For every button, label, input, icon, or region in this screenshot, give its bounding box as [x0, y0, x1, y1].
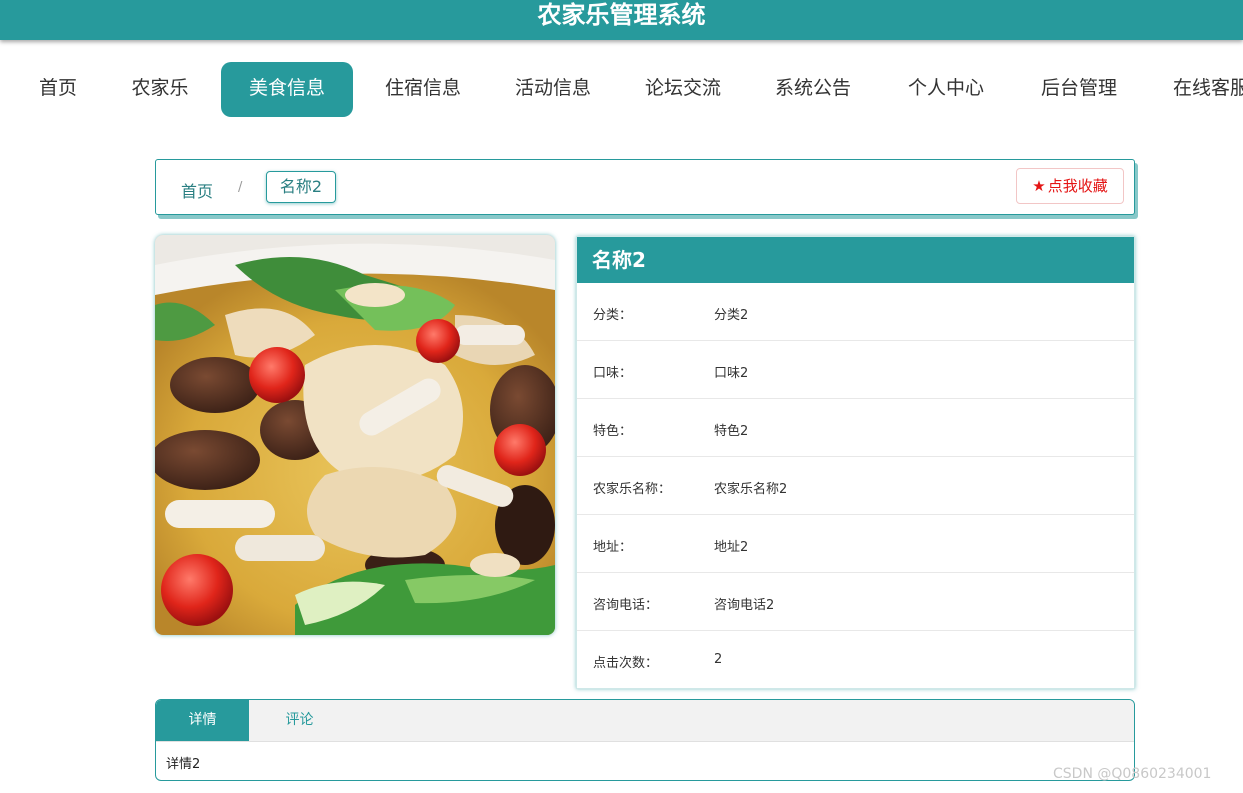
info-row-feature: 特色： 特色2	[577, 399, 1134, 457]
info-row-phone: 咨询电话： 咨询电话2	[577, 573, 1134, 631]
system-title: 农家乐管理系统	[537, 1, 706, 29]
info-value: 分类2	[714, 308, 749, 323]
info-label: 咨询电话：	[593, 598, 659, 613]
info-label: 口味：	[593, 366, 633, 381]
info-row-address: 地址： 地址2	[577, 515, 1134, 573]
top-header-bar: 农家乐管理系统	[0, 0, 1243, 40]
info-value: 地址2	[714, 540, 749, 555]
info-value: 2	[714, 652, 723, 667]
detail-tabs: 详情 评论 详情2	[155, 699, 1135, 781]
nav-item-forum[interactable]: 论坛交流	[633, 62, 733, 117]
favorite-button-label: 点我收藏	[1047, 177, 1108, 195]
info-label: 分类：	[593, 308, 633, 323]
nav-item-personal-center[interactable]: 个人中心	[896, 62, 996, 117]
info-row-click-count: 点击次数： 2	[577, 631, 1134, 688]
info-label: 农家乐名称：	[593, 482, 672, 497]
nav-item-food-info[interactable]: 美食信息	[221, 62, 353, 117]
breadcrumb-home-link[interactable]: 首页	[181, 178, 213, 202]
info-label: 特色：	[593, 424, 633, 439]
breadcrumb-current: 名称2	[266, 171, 336, 203]
info-label: 地址：	[593, 540, 633, 555]
info-row-category: 分类： 分类2	[577, 283, 1134, 341]
nav-item-announcements[interactable]: 系统公告	[763, 62, 863, 117]
info-label: 点击次数：	[593, 656, 659, 671]
tab-bar: 详情 评论	[156, 700, 1134, 742]
info-value: 农家乐名称2	[714, 482, 788, 497]
star-icon: ★	[1032, 177, 1046, 195]
info-value: 咨询电话2	[714, 598, 775, 613]
nav-item-home[interactable]: 首页	[18, 62, 98, 117]
food-name-heading: 名称2	[577, 237, 1134, 283]
info-row-taste: 口味： 口味2	[577, 341, 1134, 399]
breadcrumb: 首页 / 名称2 ★ 点我收藏	[155, 159, 1135, 215]
main-nav: 首页 农家乐 美食信息 住宿信息 活动信息 论坛交流 系统公告 个人中心 后台管…	[0, 62, 1243, 117]
info-row-farmstay-name: 农家乐名称： 农家乐名称2	[577, 457, 1134, 515]
info-value: 口味2	[714, 366, 749, 381]
favorite-button[interactable]: ★ 点我收藏	[1016, 168, 1124, 204]
food-info-panel: 名称2 分类： 分类2 口味： 口味2 特色： 特色2 农家乐名称： 农家乐名称…	[576, 236, 1135, 689]
breadcrumb-separator: /	[238, 180, 243, 195]
nav-item-admin[interactable]: 后台管理	[1029, 62, 1129, 117]
info-value: 特色2	[714, 424, 749, 439]
nav-item-activity-info[interactable]: 活动信息	[503, 62, 603, 117]
watermark: CSDN @Q0860234001	[1053, 766, 1212, 782]
nav-item-lodging-info[interactable]: 住宿信息	[373, 62, 473, 117]
food-image	[155, 235, 555, 635]
nav-item-farmstay[interactable]: 农家乐	[120, 62, 200, 117]
tab-comments[interactable]: 评论	[253, 700, 346, 741]
tab-content-details: 详情2	[166, 757, 201, 772]
nav-item-online-service[interactable]: 在线客服	[1162, 62, 1243, 117]
tab-details[interactable]: 详情	[156, 700, 249, 741]
